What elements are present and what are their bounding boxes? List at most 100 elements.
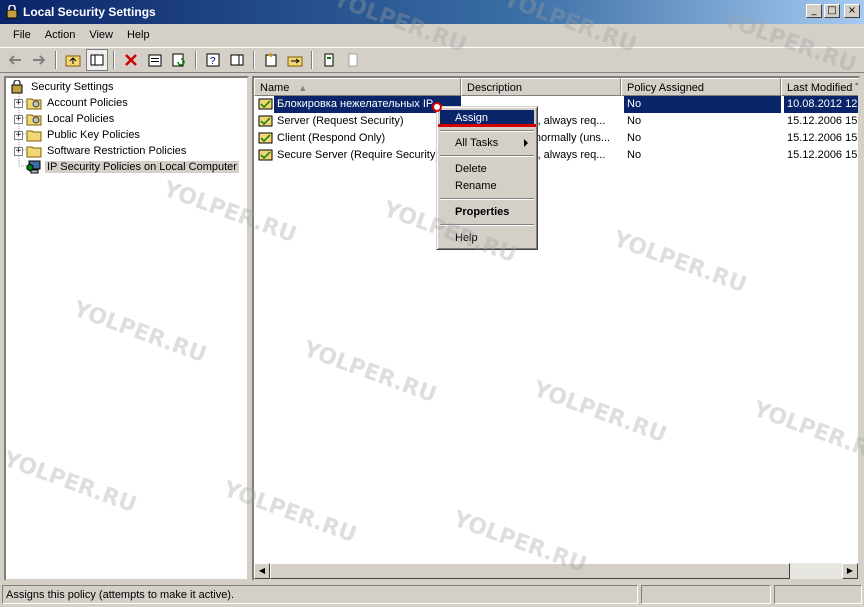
cell-name: Client (Respond Only) bbox=[277, 132, 386, 144]
maximize-button[interactable]: □ bbox=[824, 4, 840, 18]
console-tree: Security Settings + Account Policies + L… bbox=[4, 76, 249, 581]
assign-policy-icon[interactable] bbox=[318, 49, 340, 71]
cell-name: Server (Request Security) bbox=[277, 115, 404, 127]
unassign-policy-icon[interactable] bbox=[342, 49, 364, 71]
tree-item-label: Public Key Policies bbox=[47, 129, 140, 141]
submenu-arrow-icon bbox=[524, 139, 528, 147]
table-row[interactable]: Блокировка нежелательных IP No 10.08.201… bbox=[254, 96, 858, 113]
table-row[interactable]: Client (Respond Only) Communicate normal… bbox=[254, 130, 858, 147]
menu-item-help[interactable]: Help bbox=[440, 230, 534, 247]
policy-icon bbox=[258, 132, 273, 144]
tree-root[interactable]: Security Settings bbox=[10, 79, 116, 95]
column-header-name[interactable]: Name ▲ bbox=[254, 78, 461, 96]
cell-assigned: No bbox=[627, 149, 642, 161]
cell-assigned: No bbox=[627, 115, 642, 127]
delete-icon[interactable] bbox=[120, 49, 142, 71]
scroll-left-icon[interactable]: ◀ bbox=[254, 563, 270, 579]
folder-icon bbox=[26, 146, 42, 158]
status-text: Assigns this policy (attempts to make it… bbox=[2, 585, 638, 604]
menu-view[interactable]: View bbox=[82, 26, 120, 46]
menu-item-properties[interactable]: Properties bbox=[440, 204, 534, 221]
show-hide-action-pane-icon[interactable] bbox=[226, 49, 248, 71]
help-icon[interactable]: ? bbox=[202, 49, 224, 71]
folder-icon bbox=[26, 130, 42, 142]
tree-root-label: Security Settings bbox=[31, 81, 114, 93]
toolbar-separator bbox=[195, 51, 197, 69]
expand-icon[interactable]: + bbox=[14, 114, 23, 124]
menu-separator bbox=[440, 130, 534, 132]
refresh-icon[interactable] bbox=[168, 49, 190, 71]
horizontal-scrollbar[interactable]: ◀ ▶ bbox=[254, 563, 858, 579]
close-button[interactable]: × bbox=[844, 4, 860, 18]
security-settings-icon bbox=[11, 80, 23, 94]
toolbar: ? bbox=[0, 47, 864, 73]
cell-name: Secure Server (Require Security) bbox=[277, 149, 440, 161]
tree-item-local-policies[interactable]: + Local Policies bbox=[14, 111, 116, 127]
column-header-description[interactable]: Description bbox=[461, 78, 621, 96]
window-title: Local Security Settings bbox=[23, 5, 156, 19]
menu-item-delete[interactable]: Delete bbox=[440, 161, 534, 178]
cell-modified: 15.12.2006 15 bbox=[787, 132, 858, 144]
context-menu: Assign All Tasks Delete Rename Propertie… bbox=[436, 106, 538, 250]
table-row[interactable]: Secure Server (Require Security) For all… bbox=[254, 147, 858, 164]
policy-icon bbox=[258, 149, 273, 161]
scroll-right-icon[interactable]: ▶ bbox=[842, 563, 858, 579]
scroll-thumb[interactable] bbox=[270, 563, 790, 579]
create-policy-icon[interactable] bbox=[260, 49, 282, 71]
menu-file[interactable]: File bbox=[6, 26, 38, 46]
tree-item-software-restriction-policies[interactable]: + Software Restriction Policies bbox=[14, 143, 188, 159]
cell-modified: 10.08.2012 12 bbox=[784, 96, 858, 113]
menu-item-all-tasks[interactable]: All Tasks bbox=[440, 135, 534, 152]
menu-bar: File Action View Help bbox=[0, 26, 864, 46]
toolbar-separator bbox=[311, 51, 313, 69]
manage-filter-lists-icon[interactable] bbox=[284, 49, 306, 71]
menu-separator bbox=[440, 198, 534, 200]
cell-modified: 15.12.2006 15 bbox=[787, 115, 858, 127]
menu-help[interactable]: Help bbox=[120, 26, 157, 46]
properties-icon[interactable] bbox=[144, 49, 166, 71]
tree-item-account-policies[interactable]: + Account Policies bbox=[14, 95, 130, 111]
status-panel bbox=[641, 585, 771, 604]
tree-item-label: Software Restriction Policies bbox=[47, 145, 187, 157]
results-list: Name ▲ Description Policy Assigned Last … bbox=[252, 76, 860, 581]
status-panel bbox=[774, 585, 862, 604]
tree-item-label: Local Policies bbox=[47, 113, 115, 125]
cell-assigned: No bbox=[624, 96, 781, 113]
tree-item-label: IP Security Policies on Local Computer bbox=[45, 161, 239, 173]
tree-item-label: Account Policies bbox=[47, 97, 128, 109]
cell-modified: 15.12.2006 15 bbox=[787, 149, 858, 161]
status-bar: Assigns this policy (attempts to make it… bbox=[0, 584, 864, 604]
expand-icon[interactable]: + bbox=[14, 98, 23, 108]
tree-item-public-key-policies[interactable]: + Public Key Policies bbox=[14, 127, 142, 143]
column-header-last-modified[interactable]: Last Modified T bbox=[781, 78, 858, 96]
minimize-button[interactable]: _ bbox=[806, 4, 822, 18]
svg-text:?: ? bbox=[210, 56, 216, 67]
policy-icon bbox=[258, 115, 273, 127]
forward-icon[interactable] bbox=[28, 49, 50, 71]
toolbar-separator bbox=[253, 51, 255, 69]
title-bar: Local Security Settings _ □ × bbox=[0, 0, 864, 24]
sort-ascending-icon: ▲ bbox=[298, 83, 308, 93]
table-row[interactable]: Server (Request Security) For all IP tra… bbox=[254, 113, 858, 130]
menu-item-rename[interactable]: Rename bbox=[440, 178, 534, 195]
expand-icon[interactable]: + bbox=[14, 146, 23, 156]
tree-item-ip-security-policies[interactable]: IP Security Policies on Local Computer bbox=[26, 159, 239, 175]
toolbar-separator bbox=[55, 51, 57, 69]
menu-separator bbox=[440, 224, 534, 226]
menu-action[interactable]: Action bbox=[38, 26, 83, 46]
policy-icon bbox=[258, 98, 273, 110]
annotation-circle-marker bbox=[432, 102, 442, 112]
security-settings-icon bbox=[6, 5, 18, 19]
folder-icon bbox=[26, 98, 42, 110]
show-tree-icon[interactable] bbox=[86, 49, 108, 71]
expand-icon[interactable]: + bbox=[14, 130, 23, 140]
up-folder-icon[interactable] bbox=[62, 49, 84, 71]
column-header-policy-assigned[interactable]: Policy Assigned bbox=[621, 78, 781, 96]
menu-separator bbox=[440, 155, 534, 157]
computer-shield-icon bbox=[26, 160, 41, 174]
folder-icon bbox=[26, 114, 42, 126]
back-icon[interactable] bbox=[4, 49, 26, 71]
annotation-underline bbox=[438, 124, 536, 127]
cell-assigned: No bbox=[627, 132, 642, 144]
toolbar-separator bbox=[113, 51, 115, 69]
